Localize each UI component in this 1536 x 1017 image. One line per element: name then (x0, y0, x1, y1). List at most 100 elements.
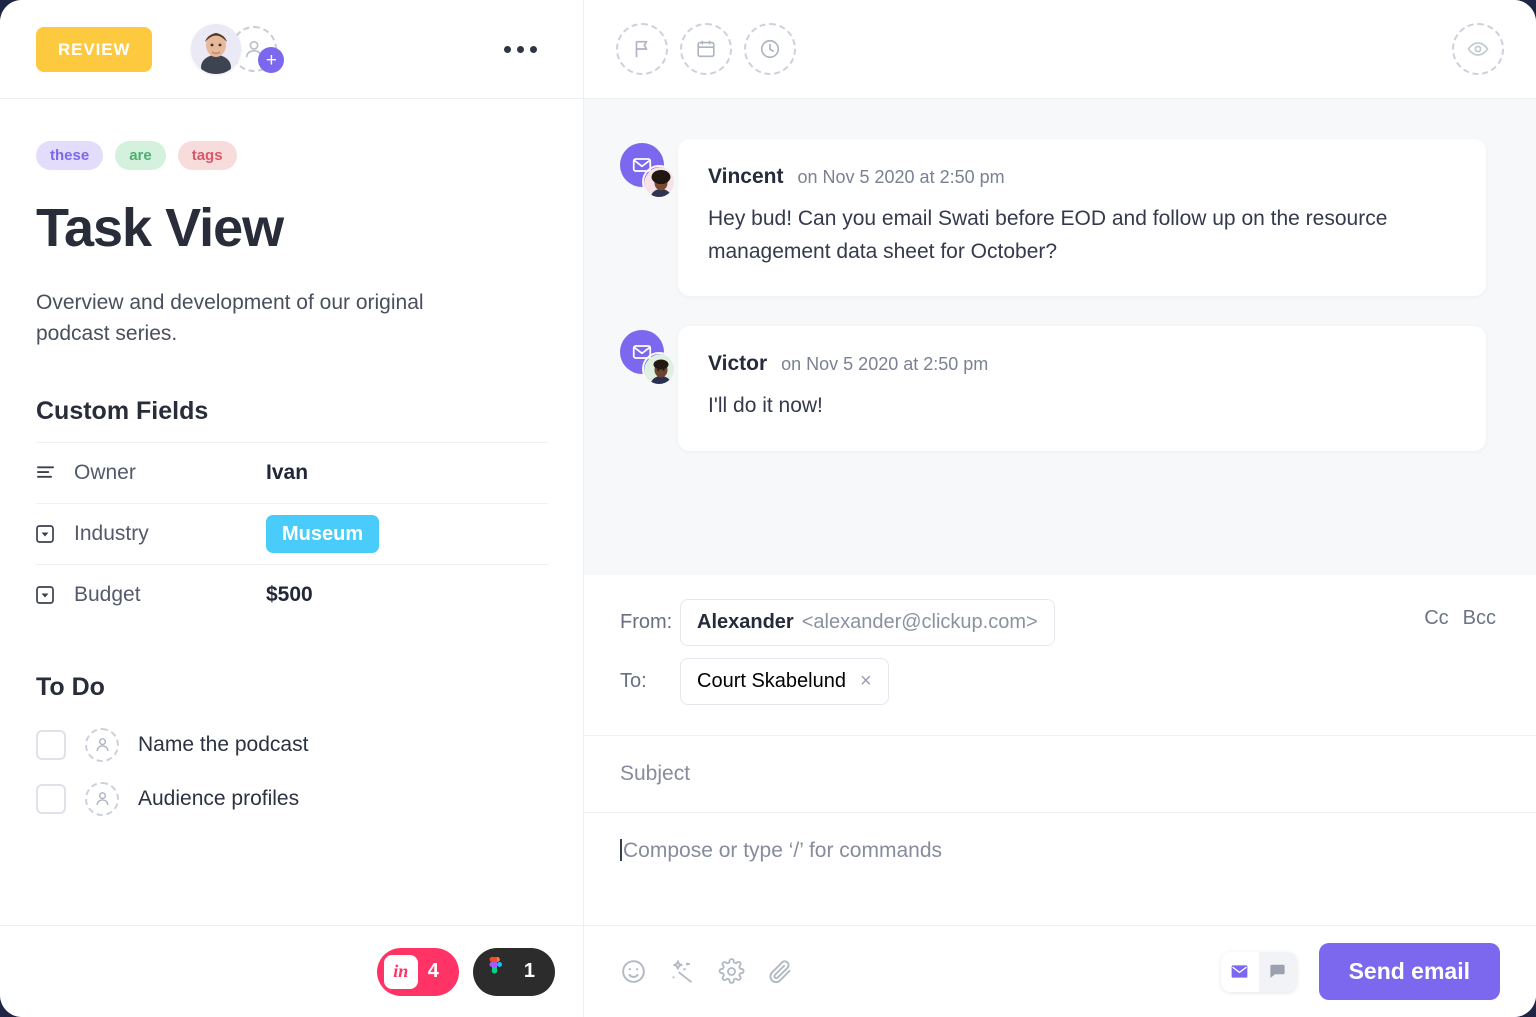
dot (530, 45, 537, 53)
clock-icon[interactable] (744, 23, 796, 75)
invision-count: 4 (427, 960, 439, 982)
custom-field-row-budget[interactable]: Budget $500 (36, 563, 548, 625)
assignee-avatar[interactable] (191, 24, 242, 74)
task-view-window: REVIEW + these are tags Task View Overvi… (0, 0, 1536, 1017)
avatar[interactable] (642, 165, 676, 199)
figma-icon (480, 955, 514, 989)
todo-assignee-icon[interactable] (85, 727, 119, 762)
status-review-button[interactable]: REVIEW (36, 26, 153, 72)
close-icon[interactable]: × (860, 670, 872, 693)
page-title: Task View (36, 198, 284, 258)
avatar-photo-icon (191, 24, 242, 74)
cc-button[interactable]: Cc (1424, 607, 1448, 630)
activity-panel: Vincent on Nov 5 2020 at 2:50 pm Hey bud… (584, 0, 1536, 1017)
recipient-rows: From: Alexander <alexander@clickup.com> … (584, 575, 1536, 736)
custom-field-value[interactable]: $500 (266, 583, 313, 607)
text-caret (620, 839, 622, 861)
chat-bubble-icon[interactable] (1258, 951, 1297, 992)
tag-tags[interactable]: tags (177, 141, 237, 170)
subject-field[interactable]: Subject (584, 736, 1536, 813)
custom-field-label: Industry (74, 521, 149, 545)
compose-mode-toggle[interactable] (1220, 951, 1297, 992)
comment-author: Vincent (708, 165, 784, 188)
body-placeholder: Compose or type ‘/’ for commands (623, 839, 943, 862)
task-description: Overview and development of our original… (36, 290, 424, 345)
custom-fields-table: Owner Ivan Industry Museum Budget $500 (36, 441, 548, 625)
comment-timestamp: on Nov 5 2020 at 2:50 pm (797, 167, 1005, 187)
dot (517, 45, 524, 53)
comment-meta: Vincent on Nov 5 2020 at 2:50 pm (708, 165, 1456, 189)
task-content: these are tags Task View Overview and de… (0, 99, 583, 925)
todo-assignee-icon[interactable] (85, 781, 119, 816)
todo-list: Name the podcast Audience profiles (36, 718, 547, 826)
invision-badge[interactable]: in 4 (376, 947, 459, 996)
dropdown-icon (36, 585, 74, 604)
avatar[interactable] (642, 352, 676, 387)
comment-bubble: Vincent on Nov 5 2020 at 2:50 pm Hey bud… (678, 139, 1486, 297)
todo-label: Audience profiles (138, 786, 300, 810)
magic-wand-icon[interactable] (669, 958, 696, 985)
from-row: From: Alexander <alexander@clickup.com> (620, 599, 1500, 646)
calendar-icon[interactable] (680, 23, 732, 75)
body-field[interactable]: Compose or type ‘/’ for commands (584, 813, 1536, 925)
custom-field-value[interactable]: Ivan (266, 461, 308, 485)
figma-badge[interactable]: 1 (472, 947, 555, 996)
cc-bcc-group: Cc Bcc (1424, 607, 1496, 630)
comment-avatar-group (620, 139, 678, 296)
gear-icon[interactable] (718, 958, 745, 985)
to-label: To: (620, 670, 647, 692)
from-email: <alexander@clickup.com> (801, 611, 1038, 633)
flag-icon[interactable] (616, 23, 668, 75)
add-assignee-plus-icon[interactable]: + (258, 47, 285, 73)
comment-list: Vincent on Nov 5 2020 at 2:50 pm Hey bud… (584, 99, 1536, 575)
tag-list: these are tags (36, 141, 547, 170)
text-lines-icon (36, 465, 74, 481)
comment-meta: Victor on Nov 5 2020 at 2:50 pm (708, 352, 1456, 376)
integration-badges: in 4 1 (0, 925, 583, 1017)
send-controls: Send email (1220, 943, 1500, 1000)
comment-item: Vincent on Nov 5 2020 at 2:50 pm Hey bud… (620, 139, 1486, 297)
custom-fields-heading: Custom Fields (36, 396, 209, 425)
custom-field-value-pill[interactable]: Museum (266, 514, 380, 553)
send-email-button[interactable]: Send email (1318, 943, 1500, 1000)
comment-text: I'll do it now! (708, 394, 823, 418)
dot (504, 45, 511, 53)
comment-bubble: Victor on Nov 5 2020 at 2:50 pm I'll do … (678, 326, 1486, 451)
body-placeholder-wrap: Compose or type ‘/’ for commands (620, 839, 942, 862)
bcc-button[interactable]: Bcc (1463, 607, 1496, 630)
assignee-group: + (191, 24, 285, 74)
custom-field-row-industry[interactable]: Industry Museum (36, 502, 548, 564)
list-item[interactable]: Name the podcast (36, 718, 547, 772)
subject-placeholder: Subject (620, 762, 691, 785)
tag-these[interactable]: these (36, 141, 104, 170)
todo-heading: To Do (36, 672, 105, 701)
comment-timestamp: on Nov 5 2020 at 2:50 pm (781, 354, 989, 375)
activity-toolbar (584, 0, 1536, 99)
custom-field-row-owner[interactable]: Owner Ivan (36, 441, 548, 503)
todo-checkbox[interactable] (36, 729, 66, 760)
todo-checkbox[interactable] (36, 783, 66, 814)
email-composer: From: Alexander <alexander@clickup.com> … (584, 575, 1536, 1017)
from-label: From: (620, 611, 673, 633)
to-row: To: Court Skabelund × (620, 658, 1500, 705)
recipient-name: Court Skabelund (697, 670, 846, 692)
to-recipient-chip[interactable]: Court Skabelund × (680, 658, 889, 705)
tag-are[interactable]: are (115, 141, 166, 170)
composer-toolbar: Send email (584, 925, 1536, 1017)
task-detail-panel: REVIEW + these are tags Task View Overvi… (0, 0, 584, 1017)
custom-field-label: Budget (74, 582, 141, 606)
more-options-button[interactable] (494, 36, 547, 63)
invision-icon: in (383, 954, 418, 989)
list-item[interactable]: Audience profiles (36, 772, 547, 826)
custom-field-label: Owner (74, 460, 136, 484)
emoji-icon[interactable] (620, 958, 647, 985)
envelope-icon[interactable] (1220, 951, 1259, 992)
figma-count: 1 (523, 960, 535, 982)
task-header: REVIEW + (0, 0, 583, 99)
comment-avatar-group (620, 326, 678, 451)
comment-item: Victor on Nov 5 2020 at 2:50 pm I'll do … (620, 326, 1486, 451)
eye-icon[interactable] (1452, 23, 1504, 75)
comment-text: Hey bud! Can you email Swati before EOD … (708, 207, 1388, 263)
paperclip-icon[interactable] (767, 958, 794, 985)
from-field[interactable]: Alexander <alexander@clickup.com> (680, 599, 1055, 646)
